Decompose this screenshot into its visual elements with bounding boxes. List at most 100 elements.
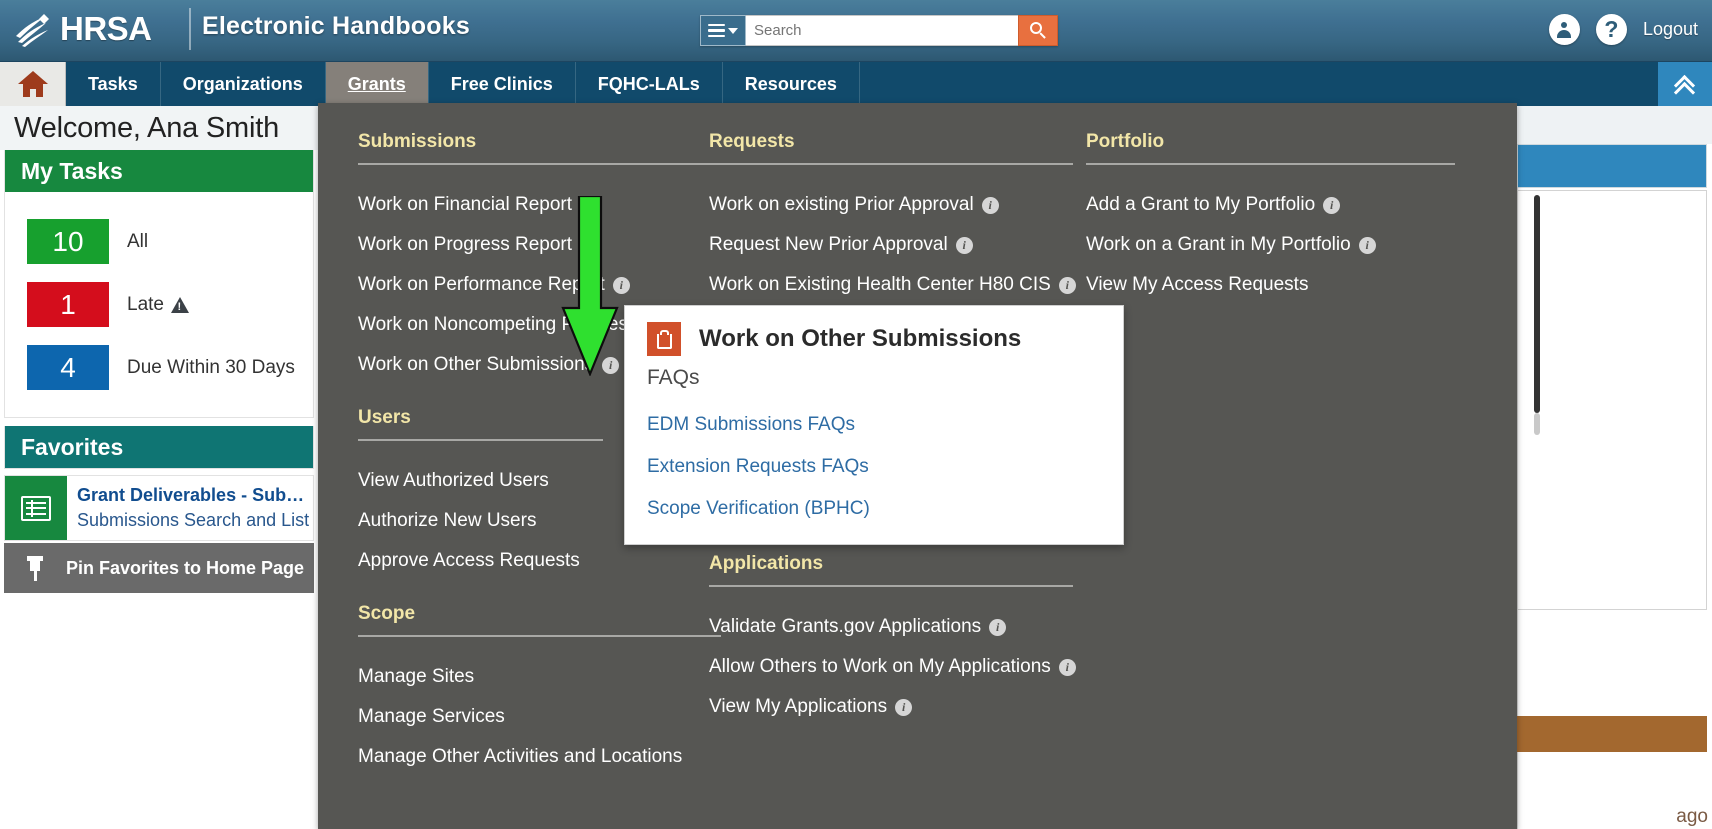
task-label-all: All [127,230,149,252]
double-chevron-up-icon [1673,74,1696,104]
logo-divider [189,8,191,50]
task-row[interactable]: 4 Due Within 30 Days [5,336,313,399]
mega-group-scope: Scope Manage Sites Manage Services Manag… [358,603,721,777]
group-rule [358,163,721,165]
info-icon[interactable]: i [895,698,913,716]
pin-favorites-label: Pin Favorites to Home Page [66,558,305,578]
menu-link-work-on-progress-report[interactable]: Work on Progress Report i [358,225,694,265]
menu-link-validate-grants-gov-applications[interactable]: Validate Grants.gov Applications i [709,607,1072,647]
nav-item-tasks[interactable]: Tasks [66,62,161,106]
search-category-dropdown[interactable] [700,15,746,46]
left-sidebar: Welcome, Ana Smith My Tasks 10 All 1 Lat… [0,106,318,829]
task-label-late: Late [127,294,189,316]
group-rule [1086,163,1455,165]
menu-link-allow-others-to-work-on-my-applications[interactable]: Allow Others to Work on My Applications … [709,647,1076,687]
info-icon[interactable]: i [989,618,1007,636]
relative-time-1: ago [1676,806,1708,827]
welcome-message: Welcome, Ana Smith [0,106,318,150]
menu-link-view-my-access-requests[interactable]: View My Access Requests [1086,265,1472,305]
task-count-all[interactable]: 10 [27,219,109,264]
search-bar [700,15,1058,46]
mega-group-title: Applications [709,553,824,574]
nav-item-resources[interactable]: Resources [723,62,860,106]
right-column-band [1517,106,1712,144]
favorite-list-item[interactable]: Grant Deliverables - Sub… Submissions Se… [4,475,314,541]
group-rule [709,585,1073,587]
info-icon[interactable]: i [981,196,999,214]
user-account-icon[interactable] [1548,14,1580,45]
menu-link-approve-access-requests[interactable]: Approve Access Requests [358,541,694,581]
hhs-bird-icon [16,14,49,47]
search-input[interactable] [746,15,1018,46]
menu-link-request-new-prior-approval[interactable]: Request New Prior Approval i [709,225,1072,265]
task-row[interactable]: 10 All [5,210,313,273]
help-question-icon[interactable]: ? [1595,14,1627,45]
chevron-down-icon [728,27,738,34]
main-navigation: Tasks Organizations Grants Free Clinics … [0,62,1712,106]
flyout-section-label: FAQs [647,366,700,389]
briefcase-icon [647,322,681,356]
nav-item-grants[interactable]: Grants [325,62,429,106]
scrollbar-thumb-tail[interactable] [1534,413,1540,435]
mega-group-portfolio: Portfolio Add a Grant to My Portfolio i … [1086,131,1472,305]
mega-group-requests: Requests Work on existing Prior Approval… [709,131,1076,305]
right-hidden-column: ago ago [1517,106,1712,829]
mega-group-applications: Applications Validate Grants.gov Applica… [709,553,1076,727]
home-icon [17,71,48,97]
logout-link[interactable]: Logout [1643,19,1698,40]
pushpin-icon [4,555,66,581]
app-header: HRSA Electronic Handbooks ? Logout [0,0,1712,62]
menu-link-work-on-existing-prior-approval[interactable]: Work on existing Prior Approval i [709,185,1072,225]
nav-item-organizations[interactable]: Organizations [161,62,326,106]
group-rule [709,163,1073,165]
flyout-link-scope-verification-bphc[interactable]: Scope Verification (BPHC) [647,488,1123,530]
right-column-blue-block[interactable] [1517,144,1707,188]
flyout-link-extension-requests-faqs[interactable]: Extension Requests FAQs [647,446,1123,488]
scrollbar-thumb[interactable] [1534,195,1540,413]
app-title: Electronic Handbooks [202,12,470,40]
hrsa-wordmark: HRSA [60,10,152,47]
nav-home-button[interactable] [0,62,66,106]
scrollbar-track[interactable] [1517,190,1707,610]
favorite-item-title: Grant Deliverables - Sub… [77,485,305,505]
task-row[interactable]: 1 Late [5,273,313,336]
mega-group-title: Scope [358,603,416,624]
flyout-title: Work on Other Submissions [699,325,1022,352]
favorite-item-subtitle: Submissions Search and List [77,510,310,530]
info-icon[interactable]: i [1323,196,1341,214]
menu-link-work-on-a-grant-in-my-portfolio[interactable]: Work on a Grant in My Portfolio i [1086,225,1472,265]
search-button[interactable] [1018,15,1058,46]
header-actions: ? Logout [1548,14,1698,45]
work-on-other-submissions-flyout: Work on Other Submissions FAQs EDM Submi… [624,305,1124,545]
mega-group-title: Requests [709,131,795,152]
menu-link-work-on-existing-health-center-h80-cis[interactable]: Work on Existing Health Center H80 CIS i [709,265,1076,305]
menu-link-add-a-grant-to-my-portfolio[interactable]: Add a Grant to My Portfolio i [1086,185,1472,225]
grid-list-icon [5,476,67,540]
task-count-late[interactable]: 1 [27,282,109,327]
nav-item-free-clinics[interactable]: Free Clinics [429,62,576,106]
menu-link-manage-services[interactable]: Manage Services [358,697,694,737]
mega-group-title: Portfolio [1086,131,1165,152]
hamburger-menu-icon [708,21,725,41]
menu-link-work-on-financial-report[interactable]: Work on Financial Report i [358,185,694,225]
task-count-due-30[interactable]: 4 [27,345,109,390]
info-icon[interactable]: i [955,236,973,254]
menu-link-manage-sites[interactable]: Manage Sites [358,657,694,697]
collapse-panel-button[interactable] [1658,62,1712,106]
menu-link-manage-other-activities-and-locations[interactable]: Manage Other Activities and Locations [358,737,694,777]
my-tasks-list: 10 All 1 Late 4 Due Within 30 Days [5,192,313,417]
my-tasks-card: My Tasks 10 All 1 Late 4 [4,150,314,418]
menu-link-view-my-applications[interactable]: View My Applications i [709,687,1072,727]
search-icon [1029,22,1047,39]
app-root: HRSA Electronic Handbooks ? Logout [0,0,1712,829]
favorites-card: Favorites [4,426,314,469]
flyout-link-edm-submissions-faqs[interactable]: EDM Submissions FAQs [647,404,1123,446]
group-rule [358,439,603,441]
mega-group-title: Submissions [358,131,477,152]
info-icon[interactable]: i [1358,236,1376,254]
pin-favorites-button[interactable]: Pin Favorites to Home Page [4,543,314,593]
menu-link-work-on-performance-report[interactable]: Work on Performance Report i [358,265,694,305]
hrsa-logo[interactable]: HRSA [14,5,189,53]
nav-item-fqhc-lals[interactable]: FQHC-LALs [576,62,723,106]
